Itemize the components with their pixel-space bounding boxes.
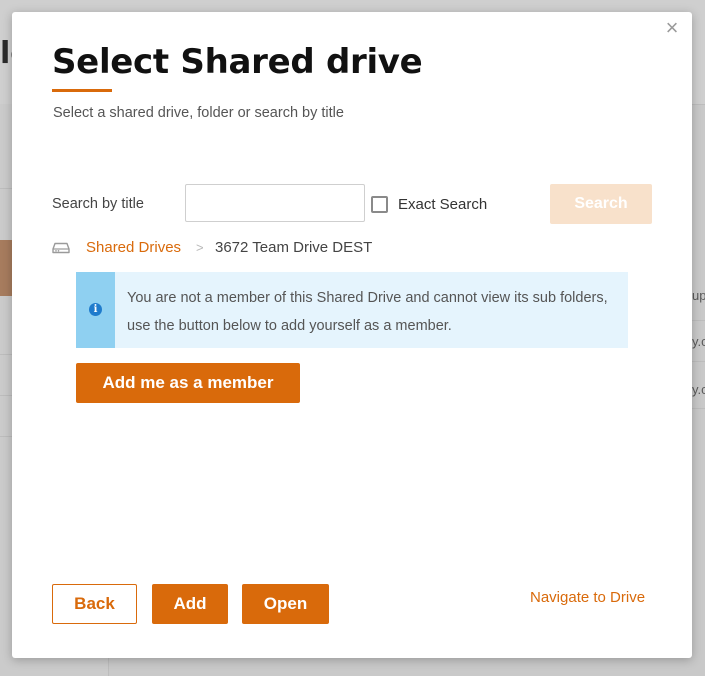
info-alert: i You are not a member of this Shared Dr… <box>76 272 628 348</box>
breadcrumb-shared-drives[interactable]: Shared Drives <box>86 239 181 256</box>
breadcrumb-separator: > <box>196 240 204 255</box>
info-alert-bar: i <box>76 272 115 348</box>
exact-search-checkbox[interactable] <box>371 196 388 213</box>
search-button[interactable]: Search <box>550 184 652 224</box>
dialog-title: Select Shared drive <box>52 42 423 82</box>
background-cell-text: y.c <box>692 382 705 397</box>
search-input[interactable] <box>185 184 365 222</box>
back-button[interactable]: Back <box>52 584 137 624</box>
open-button[interactable]: Open <box>242 584 329 624</box>
navigate-to-drive-link[interactable]: Navigate to Drive <box>530 589 645 606</box>
info-icon: i <box>89 303 102 316</box>
dialog-subtitle: Select a shared drive, folder or search … <box>53 105 344 121</box>
select-shared-drive-dialog: × Select Shared drive Select a shared dr… <box>12 12 692 658</box>
add-me-as-member-button[interactable]: Add me as a member <box>76 363 300 403</box>
background-cell-text: up <box>692 288 705 303</box>
breadcrumb-current-drive: 3672 Team Drive DEST <box>215 239 373 256</box>
drive-icon <box>52 242 70 254</box>
exact-search-label[interactable]: Exact Search <box>398 196 487 213</box>
close-icon[interactable]: × <box>662 16 682 40</box>
background-cell-text: y.c <box>692 334 705 349</box>
background-divider <box>692 361 705 362</box>
background-divider <box>692 320 705 321</box>
background-divider <box>692 408 705 409</box>
title-underline <box>52 89 112 92</box>
info-alert-message: You are not a member of this Shared Driv… <box>127 290 608 334</box>
search-label: Search by title <box>52 196 144 212</box>
add-button[interactable]: Add <box>152 584 228 624</box>
